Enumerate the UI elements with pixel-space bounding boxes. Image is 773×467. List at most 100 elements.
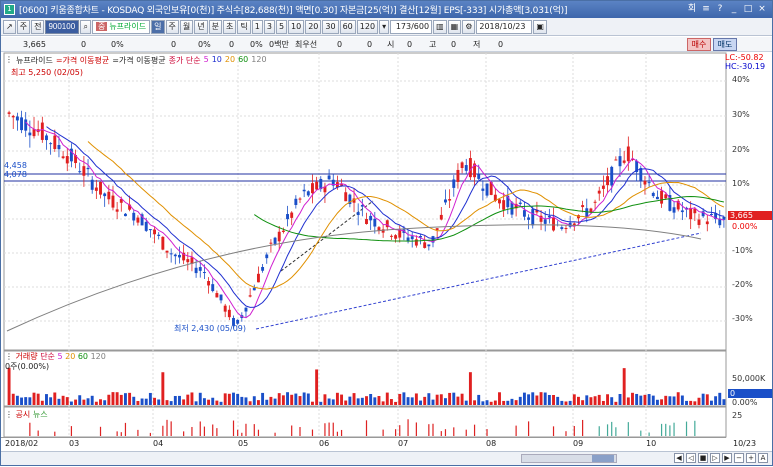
font-icon[interactable]: A [758, 453, 768, 463]
volume-bar [232, 392, 235, 405]
prev-icon[interactable]: ◁ [686, 453, 696, 463]
notice-bar [253, 424, 255, 436]
last-icon[interactable]: ▶ [722, 453, 732, 463]
volume-ma60: 60 [77, 352, 89, 361]
volume-bar [294, 393, 298, 405]
notice-bar [611, 421, 613, 436]
volume-bar [527, 394, 531, 405]
volume-bar [585, 395, 589, 405]
volume-bar [655, 399, 659, 405]
next-icon[interactable]: ▷ [710, 453, 720, 463]
zoom-out-icon[interactable]: − [734, 453, 744, 463]
notice-bar [99, 426, 102, 436]
volume-menu-icon[interactable]: ⋮ [5, 352, 13, 361]
candle-body [705, 221, 709, 225]
x-axis: 2018/02 03 04 05 06 07 08 09 10 10/23 [1, 437, 756, 448]
candle-body [57, 145, 61, 150]
notice-bar [336, 431, 339, 436]
scroll-track[interactable] [521, 454, 617, 463]
volume-bar [697, 397, 701, 405]
zoom-in-icon[interactable]: + [746, 453, 756, 463]
volume-bar [369, 393, 373, 405]
volume-bar [714, 396, 718, 405]
notice-bar [257, 429, 260, 436]
volume-bar [468, 372, 472, 405]
notice-bar [640, 430, 642, 436]
volume-bar [57, 398, 61, 405]
candle-body [601, 185, 605, 189]
volume-bar [597, 394, 601, 405]
candle-body [45, 135, 48, 141]
volume-bar [227, 393, 231, 405]
candle-body [273, 237, 277, 244]
candle-body [423, 242, 427, 248]
volume-bar [49, 397, 53, 405]
level-a-label: 4,458 [4, 161, 27, 170]
notice-bar [606, 424, 609, 436]
notice-menu-icon[interactable]: ⋮ [5, 410, 13, 419]
candle-body [215, 293, 219, 298]
volume-bar [82, 399, 86, 405]
candle-body [394, 235, 398, 239]
notice-bar [444, 429, 447, 436]
volume-bar [69, 401, 73, 405]
candle-body [256, 273, 260, 283]
volume-bar [107, 394, 111, 405]
candle-body [614, 159, 618, 161]
candle-body [660, 190, 664, 204]
candle-body [680, 210, 684, 213]
volume-bar [498, 392, 501, 405]
volume-bar [223, 393, 227, 405]
notice-bar [665, 423, 667, 436]
candle-body [435, 228, 439, 230]
x-tick-8: 10 [646, 439, 657, 448]
legend-stock-name: 뉴프라이드 [16, 56, 53, 65]
chart-scrollbar[interactable]: ◀ ◁ ■ ▷ ▶ − + A [1, 451, 772, 465]
first-icon[interactable]: ◀ [674, 453, 684, 463]
candle-body [53, 135, 57, 150]
candle-body [32, 129, 36, 137]
notice-legend: ⋮ 공시 뉴스 [5, 409, 48, 420]
range-info: LC:-50.82 HC:-30.19 [725, 53, 765, 71]
volume-bar [161, 372, 165, 405]
volume-bar [32, 392, 36, 405]
volume-bar [535, 395, 539, 405]
volume-bar [132, 396, 136, 405]
notice-bar [212, 424, 214, 436]
chart-canvas[interactable] [1, 1, 773, 467]
notice-bar [627, 422, 629, 436]
candle-body [311, 183, 314, 194]
candle-body [477, 174, 481, 179]
legend-menu-icon[interactable]: ⋮ [5, 55, 13, 66]
volume-bar [36, 393, 40, 405]
scroll-thumb[interactable] [592, 455, 614, 462]
volume-bar [643, 394, 647, 405]
volume-bar [398, 393, 402, 405]
candle-body [49, 143, 53, 145]
axis-label-30: 30% [732, 110, 750, 119]
axis-label-20: 20% [732, 145, 750, 154]
candle-body [498, 199, 501, 204]
candle-body [269, 242, 273, 244]
x-tick-9: 10/23 [733, 439, 757, 448]
volume-bar [182, 399, 186, 405]
candle-body [639, 168, 643, 181]
volume-bar [419, 400, 422, 405]
volume-label: 거래량 [15, 352, 38, 361]
volume-bar [547, 394, 551, 405]
notice-bar [232, 420, 235, 436]
candle-body [7, 112, 11, 114]
volume-ma5: 5 [57, 352, 63, 361]
volume-bar [531, 392, 535, 405]
volume-bar [444, 398, 447, 405]
volume-bar [11, 393, 15, 405]
volume-bar [552, 395, 555, 405]
volume-bar [165, 400, 169, 405]
volume-bar [45, 394, 48, 405]
notice-bar [124, 422, 127, 436]
volume-bar [198, 392, 202, 405]
volume-bar [115, 392, 119, 405]
stop-icon[interactable]: ■ [698, 453, 708, 463]
candle-body [132, 212, 136, 221]
volume-bar [123, 393, 127, 405]
